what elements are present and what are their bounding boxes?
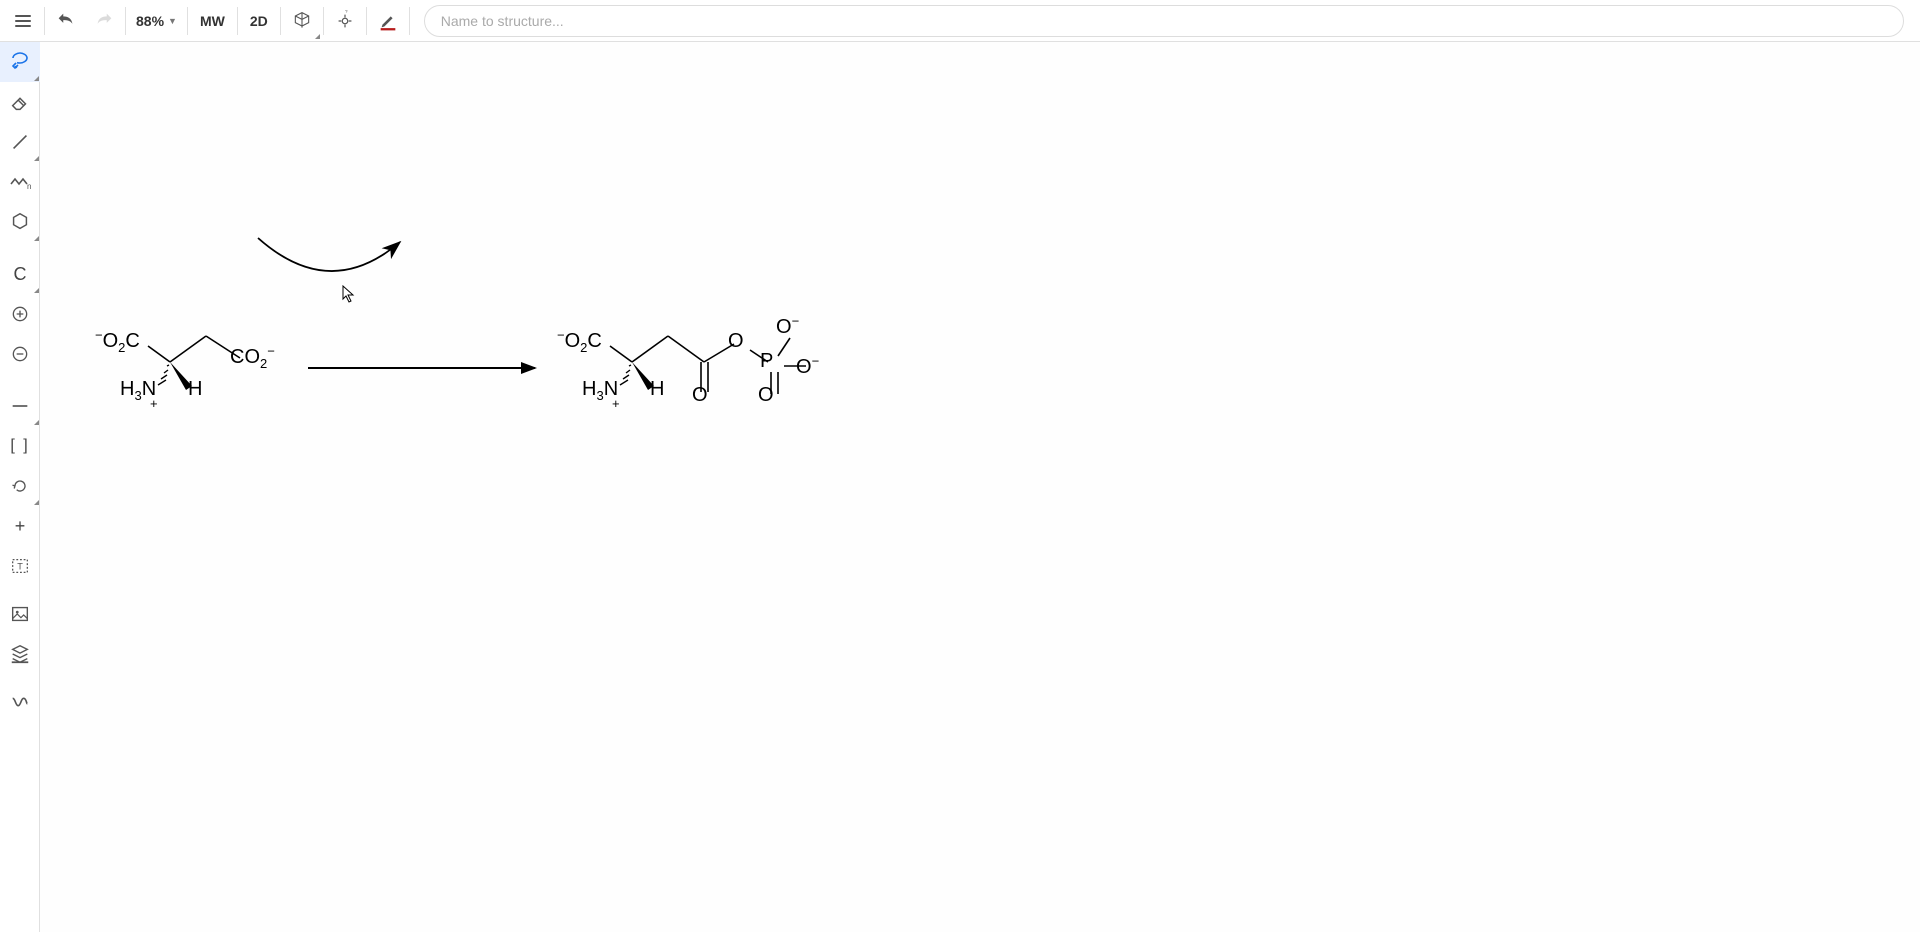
image-icon (9, 603, 31, 625)
label-h3n-plus-left: + (150, 396, 158, 411)
eraser-icon (9, 91, 31, 113)
rotate-tool[interactable] (0, 466, 40, 506)
left-toolbar: n C [ ] + T (0, 42, 40, 932)
plus-label: + (15, 516, 26, 537)
separator (187, 7, 188, 35)
stack-icon (9, 643, 31, 665)
label-o-dbl: O (692, 384, 708, 407)
label-o2c-right: −O2C (557, 330, 602, 353)
freehand-tool[interactable] (0, 682, 40, 722)
chain-tool[interactable]: n (0, 162, 40, 202)
plus-tool[interactable]: + (0, 506, 40, 546)
separator (366, 7, 367, 35)
lasso-select-tool[interactable] (0, 42, 40, 82)
line-icon (9, 131, 31, 153)
text-frame-icon: T (9, 555, 31, 577)
redo-icon (93, 10, 115, 32)
svg-text:?: ? (345, 10, 348, 14)
image-tool[interactable] (0, 594, 40, 634)
lasso-icon (8, 50, 32, 74)
marker-icon (377, 10, 399, 32)
atom-tool[interactable]: C (0, 254, 40, 294)
erase-tool[interactable] (0, 82, 40, 122)
squiggle-icon (9, 691, 31, 713)
highlight-button[interactable] (369, 2, 407, 40)
chevron-down-icon: ▼ (168, 16, 177, 26)
label-o2c-left: −O2C (95, 330, 140, 353)
label-h-right: H (650, 378, 664, 401)
bond-tool[interactable] (0, 122, 40, 162)
svg-text:n: n (27, 182, 31, 191)
three-d-style-button[interactable] (283, 2, 321, 40)
label-h-left: H (188, 378, 202, 401)
arrow-tool[interactable] (0, 386, 40, 426)
cube-icon (292, 11, 312, 31)
name-to-structure-input[interactable] (424, 5, 1904, 37)
charge-minus-tool[interactable] (0, 334, 40, 374)
undo-icon (55, 10, 77, 32)
label-o-link: O (728, 330, 744, 353)
structure-calc-button[interactable]: ? (326, 2, 364, 40)
bracket-tool[interactable]: [ ] (0, 426, 40, 466)
separator (44, 7, 45, 35)
text-frame-tool[interactable]: T (0, 546, 40, 586)
separator (323, 7, 324, 35)
separator (280, 7, 281, 35)
arrow-icon (9, 395, 31, 417)
svg-text:T: T (17, 562, 23, 572)
label-h3n-plus-right: + (612, 396, 620, 411)
two-d-button[interactable]: 2D (240, 2, 278, 40)
circle-plus-icon (10, 304, 30, 324)
label-o-right: O− (796, 356, 819, 379)
circle-minus-icon (10, 344, 30, 364)
menu-button[interactable] (4, 2, 42, 40)
label-o-bottom: O (758, 384, 774, 407)
redo-button[interactable] (85, 2, 123, 40)
structure-calc-icon: ? (334, 10, 356, 32)
label-p: P (760, 350, 773, 373)
bracket-label: [ ] (10, 437, 29, 455)
undo-button[interactable] (47, 2, 85, 40)
separator (237, 7, 238, 35)
chain-icon: n (8, 170, 32, 194)
drawing-canvas[interactable]: −O2C CO2− H3N + H (40, 42, 1920, 932)
rotate-icon (10, 476, 30, 496)
label-co2-left: CO2− (230, 346, 275, 369)
top-toolbar: 88% ▼ MW 2D ? (0, 0, 1920, 42)
molecular-weight-button[interactable]: MW (190, 2, 235, 40)
separator (409, 7, 410, 35)
label-o-top: O− (776, 316, 799, 339)
zoom-dropdown[interactable]: 88% ▼ (128, 13, 185, 29)
zoom-value: 88% (136, 13, 164, 29)
separator (125, 7, 126, 35)
template-tool[interactable] (0, 634, 40, 674)
charge-plus-tool[interactable] (0, 294, 40, 334)
hexagon-icon (9, 211, 31, 233)
carbon-label: C (14, 264, 27, 285)
menu-icon (14, 12, 32, 30)
ring-tool[interactable] (0, 202, 40, 242)
